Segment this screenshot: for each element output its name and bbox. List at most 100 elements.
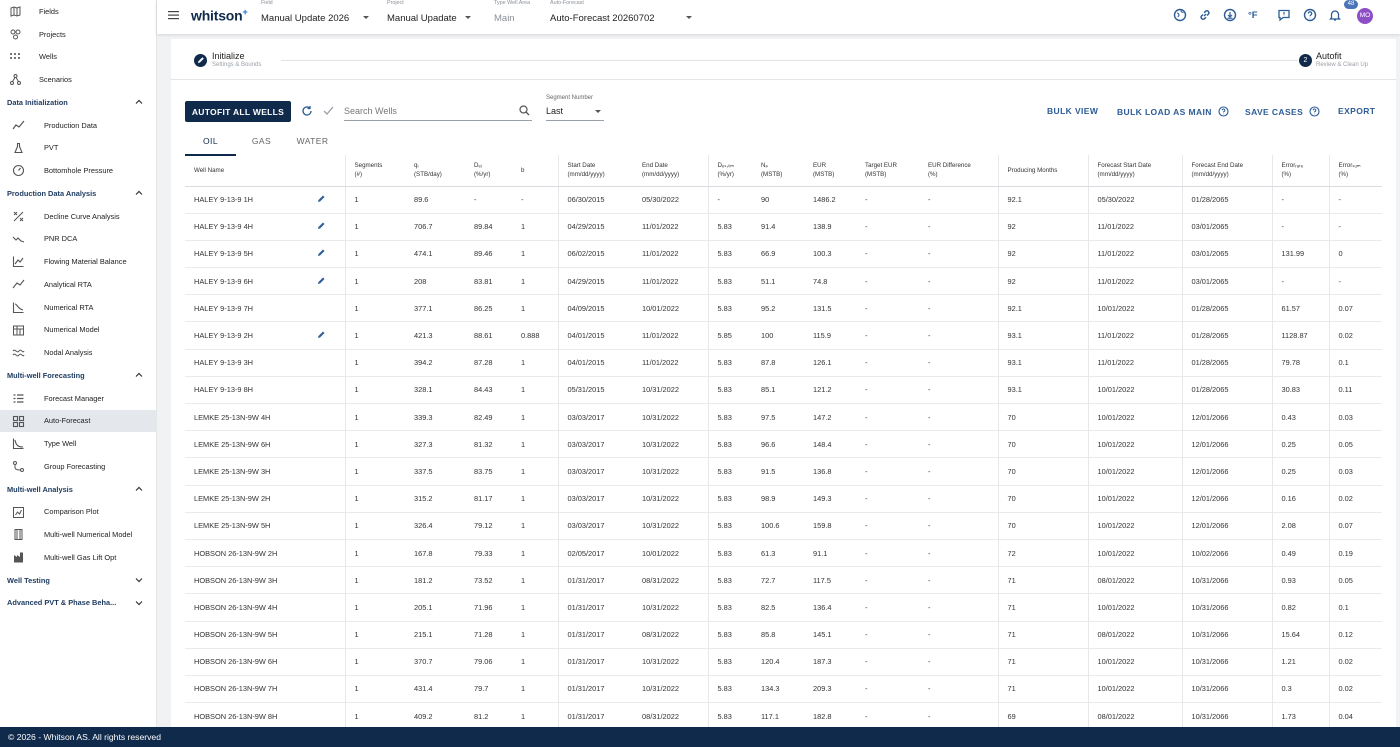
table-row[interactable]: HALEY 9-13-9 3H 1 394.2 87.28 1 04/01/2015 11/… bbox=[185, 349, 1382, 377]
step-initialize-title[interactable]: Initialize bbox=[212, 51, 245, 61]
column-header[interactable]: End Date (mm/dd/yyyy) bbox=[633, 155, 708, 187]
tab-water[interactable]: WATER bbox=[287, 132, 338, 156]
well-name-cell[interactable]: HALEY 9-13-9 7H bbox=[185, 294, 308, 323]
table-row[interactable]: LEMKE 25-13N-9W 6H 1 327.3 81.32 1 03/03/2017… bbox=[185, 430, 1382, 459]
well-name-cell[interactable]: HOBSON 26-13N-9W 7H bbox=[185, 675, 308, 704]
sidebar-section-data-initialization[interactable]: Data Initialization bbox=[0, 91, 156, 114]
sidebar-item-forecast-manager[interactable]: Forecast Manager bbox=[0, 387, 156, 410]
column-header[interactable]: Errorᵣₐₜₑ (%) bbox=[1271, 155, 1329, 187]
table-row[interactable]: HALEY 9-13-9 7H 1 377.1 86.25 1 04/09/2015 10/… bbox=[185, 294, 1382, 323]
sidebar-item-wells[interactable]: Wells bbox=[0, 46, 156, 69]
well-name-cell[interactable]: LEMKE 25-13N-9W 6H bbox=[185, 430, 308, 459]
save-cases-button[interactable]: SAVE CASES bbox=[1245, 106, 1320, 117]
tab-gas[interactable]: GAS bbox=[236, 132, 287, 156]
download-icon[interactable] bbox=[1223, 8, 1237, 22]
bulk-view-button[interactable]: BULK VIEW bbox=[1047, 106, 1098, 116]
sidebar-item-pvt[interactable]: PVT bbox=[0, 137, 156, 160]
search-input[interactable] bbox=[344, 104, 514, 118]
table-row[interactable]: HOBSON 26-13N-9W 8H 1 409.2 81.2 1 01/31/2017… bbox=[185, 702, 1382, 731]
globe-icon[interactable] bbox=[1173, 8, 1187, 22]
avatar[interactable]: MO bbox=[1357, 8, 1373, 24]
sidebar-item-multi-well-numerical-model[interactable]: Multi-well Numerical Model bbox=[0, 523, 156, 546]
bulk-load-as-main-button[interactable]: BULK LOAD AS MAIN bbox=[1117, 106, 1229, 117]
sidebar-item-nodal-analysis[interactable]: Nodal Analysis bbox=[0, 341, 156, 364]
table-row[interactable]: HALEY 9-13-9 4H 1 706.7 89.84 1 04/29/2015 11/… bbox=[185, 213, 1382, 241]
help-icon[interactable] bbox=[1303, 8, 1317, 22]
column-header[interactable]: Target EUR (MSTB) bbox=[856, 155, 919, 187]
project-selector[interactable]: Project Manual Upadate bbox=[387, 0, 473, 34]
column-header[interactable]: Dₑᵢ (%/yr) bbox=[465, 155, 512, 187]
column-header[interactable]: Nₚ (MSTB) bbox=[752, 155, 804, 187]
sidebar-item-flowing-material-balance[interactable]: Flowing Material Balance bbox=[0, 250, 156, 273]
well-name-cell[interactable]: HOBSON 26-13N-9W 5H bbox=[185, 621, 308, 649]
check-icon[interactable] bbox=[323, 106, 334, 116]
column-header[interactable]: Forecast End Date (mm/dd/yyyy) bbox=[1181, 155, 1272, 187]
sidebar-section-multi-well-forecasting[interactable]: Multi-well Forecasting bbox=[0, 364, 156, 387]
table-row[interactable]: HALEY 9-13-9 5H 1 474.1 89.46 1 06/02/2015 11/… bbox=[185, 240, 1382, 269]
sidebar-item-decline-curve-analysis[interactable]: Decline Curve Analysis bbox=[0, 205, 156, 228]
table-row[interactable]: HOBSON 26-13N-9W 7H 1 431.4 79.7 1 01/31/2017… bbox=[185, 675, 1382, 704]
column-header[interactable]: Errorₛᵤₘ (%) bbox=[1328, 155, 1382, 187]
sidebar-item-analytical-rta[interactable]: Analytical RTA bbox=[0, 273, 156, 296]
well-name-cell[interactable]: HOBSON 26-13N-9W 8H bbox=[185, 702, 308, 731]
column-header[interactable]: EUR Difference (%) bbox=[919, 155, 998, 187]
help-icon[interactable] bbox=[1218, 106, 1229, 117]
table-row[interactable]: HOBSON 26-13N-9W 2H 1 167.8 79.33 1 02/05/201… bbox=[185, 539, 1382, 568]
sidebar-item-production-data[interactable]: Production Data bbox=[0, 114, 156, 137]
sidebar-item-projects[interactable]: Projects bbox=[0, 23, 156, 46]
column-header[interactable]: Forecast Start Date (mm/dd/yyyy) bbox=[1087, 155, 1182, 187]
column-header[interactable]: Start Date (mm/dd/yyyy) bbox=[557, 155, 633, 187]
sidebar-item-pnr-dca[interactable]: PNR DCA bbox=[0, 228, 156, 251]
edit-pencil-icon[interactable] bbox=[317, 221, 326, 230]
sidebar-item-fields[interactable]: Fields bbox=[0, 0, 156, 23]
refresh-icon[interactable] bbox=[301, 105, 313, 117]
sidebar-item-scenarios[interactable]: Scenarios bbox=[0, 68, 156, 91]
table-row[interactable]: HALEY 9-13-9 8H 1 328.1 84.43 1 05/31/2015 10/… bbox=[185, 376, 1382, 405]
pencil-step-icon[interactable] bbox=[194, 54, 207, 67]
sidebar-item-auto-forecast[interactable]: Auto-Forecast bbox=[0, 409, 156, 433]
sidebar-item-multi-well-gas-lift-opt[interactable]: Multi-well Gas Lift Opt bbox=[0, 546, 156, 569]
link-icon[interactable] bbox=[1198, 8, 1212, 22]
column-header[interactable]: qᵢ (STB/day) bbox=[405, 155, 465, 187]
well-name-cell[interactable]: LEMKE 25-13N-9W 2H bbox=[185, 485, 308, 513]
sidebar-item-comparison-plot[interactable]: Comparison Plot bbox=[0, 501, 156, 524]
column-header[interactable]: Well Name bbox=[185, 155, 308, 187]
column-header[interactable]: b bbox=[512, 155, 558, 187]
temperature-unit-toggle[interactable]: °F bbox=[1248, 10, 1258, 24]
app-logo[interactable]: whitson+ bbox=[191, 7, 248, 24]
well-name-cell[interactable]: HALEY 9-13-9 6H bbox=[185, 267, 308, 296]
table-row[interactable]: HOBSON 26-13N-9W 6H 1 370.7 79.06 1 01/31/201… bbox=[185, 648, 1382, 676]
table-row[interactable]: LEMKE 25-13N-9W 3H 1 337.5 83.75 1 03/03/2017… bbox=[185, 457, 1382, 486]
column-header[interactable]: Producing Months bbox=[997, 155, 1088, 187]
table-row[interactable]: HOBSON 26-13N-9W 5H 1 215.1 71.28 1 01/31/201… bbox=[185, 621, 1382, 649]
well-name-cell[interactable]: HALEY 9-13-9 4H bbox=[185, 213, 308, 241]
sidebar-item-type-well[interactable]: Type Well bbox=[0, 432, 156, 455]
edit-pencil-icon[interactable] bbox=[317, 276, 326, 285]
segment-number-select[interactable]: Segment Number Last bbox=[546, 95, 604, 121]
well-name-cell[interactable]: HALEY 9-13-9 8H bbox=[185, 376, 308, 405]
sidebar-item-numerical-rta[interactable]: Numerical RTA bbox=[0, 296, 156, 319]
autofit-all-wells-button[interactable]: AUTOFIT ALL WELLS bbox=[185, 101, 291, 122]
hamburger-menu-icon[interactable] bbox=[168, 10, 179, 20]
auto-forecast-selector[interactable]: Auto-Forecast Auto-Forecast 20260702 bbox=[550, 0, 695, 34]
search-icon[interactable] bbox=[519, 105, 530, 116]
edit-pencil-icon[interactable] bbox=[317, 248, 326, 257]
well-name-cell[interactable]: LEMKE 25-13N-9W 3H bbox=[185, 457, 308, 486]
sidebar-section-production-data-analysis[interactable]: Production Data Analysis bbox=[0, 182, 156, 205]
sidebar-section-advanced-pvt-phase-beha-[interactable]: Advanced PVT & Phase Beha... bbox=[0, 592, 156, 615]
export-button[interactable]: EXPORT bbox=[1338, 106, 1375, 116]
notifications-icon[interactable] bbox=[1328, 8, 1342, 22]
help-icon[interactable] bbox=[1309, 106, 1320, 117]
table-row[interactable]: LEMKE 25-13N-9W 5H 1 326.4 79.12 1 03/03/2017… bbox=[185, 512, 1382, 540]
edit-pencil-icon[interactable] bbox=[317, 194, 326, 203]
well-name-cell[interactable]: HOBSON 26-13N-9W 3H bbox=[185, 566, 308, 595]
column-header[interactable]: EUR (MSTB) bbox=[804, 155, 856, 187]
table-row[interactable]: HALEY 9-13-9 1H 1 89.6- -06/30/2015 05/30/20… bbox=[185, 186, 1382, 214]
well-name-cell[interactable]: HALEY 9-13-9 1H bbox=[185, 186, 308, 214]
sidebar-item-numerical-model[interactable]: Numerical Model bbox=[0, 319, 156, 342]
well-name-cell[interactable]: HOBSON 26-13N-9W 2H bbox=[185, 539, 308, 568]
table-row[interactable]: HOBSON 26-13N-9W 4H 1 205.1 71.96 1 01/31/201… bbox=[185, 593, 1382, 622]
well-name-cell[interactable]: HALEY 9-13-9 5H bbox=[185, 240, 308, 269]
well-name-cell[interactable]: HOBSON 26-13N-9W 6H bbox=[185, 648, 308, 676]
step-autofit-number[interactable]: 2 bbox=[1299, 54, 1312, 67]
